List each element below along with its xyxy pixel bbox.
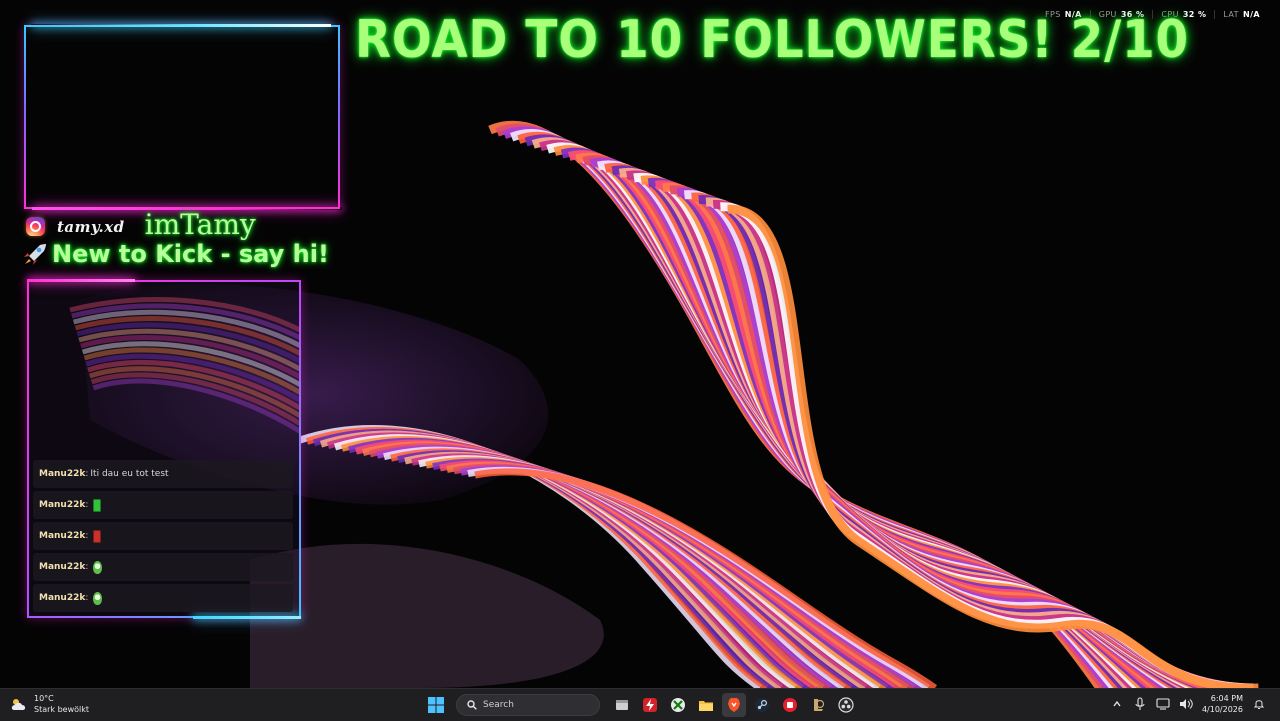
system-tray: 6:04 PM 4/10/2026 — [1110, 693, 1266, 715]
notifications-button[interactable] — [1252, 697, 1266, 711]
emote-red-icon — [93, 529, 102, 543]
chat-message: Manu22k: Iti dau eu tot test — [33, 460, 293, 488]
brave-icon — [728, 698, 740, 712]
chat-message-list: Manu22k: Iti dau eu tot test Manu22k: Manu2… — [33, 460, 293, 612]
taskbar-center: Search — [424, 693, 858, 717]
file-explorer-icon — [616, 700, 628, 710]
chat-text: Iti dau eu tot test — [90, 469, 169, 479]
cam-frame-top-glow — [31, 24, 331, 27]
start-button[interactable] — [424, 693, 448, 717]
chat-message: Manu22k: — [33, 584, 293, 612]
taskbar-app-xbox[interactable] — [666, 693, 690, 717]
instagram-icon — [26, 217, 45, 236]
stat-value: N/A — [1242, 10, 1260, 19]
emote-bean-icon — [93, 560, 103, 574]
taskbar-search[interactable]: Search — [456, 694, 600, 716]
taskbar-clock[interactable]: 6:04 PM 4/10/2026 — [1202, 693, 1243, 715]
obs-icon — [838, 697, 854, 713]
chat-frame-top-glow — [27, 279, 135, 282]
instagram-handle: tamy.xd — [57, 217, 125, 236]
social-row: tamy.xd imTamy — [26, 208, 256, 241]
windows-icon — [428, 697, 444, 713]
emote-green-icon — [93, 498, 102, 512]
tagline: New to Kick - say hi! — [52, 240, 329, 268]
chevron-up-icon — [1113, 700, 1121, 707]
chat-separator: : — [85, 500, 89, 510]
show-hidden-icons-button[interactable] — [1110, 697, 1124, 711]
clock-date: 4/10/2026 — [1201, 705, 1243, 714]
taskbar: 10°C Stark bewölkt Search 6:04 PM 4/10/2… — [0, 688, 1280, 721]
chat-username: Manu22k — [39, 500, 86, 510]
league-icon — [814, 699, 825, 711]
emote-bean-icon — [93, 591, 103, 605]
red-app-icon — [783, 698, 797, 712]
xbox-icon — [671, 698, 685, 712]
microphone-button[interactable] — [1133, 697, 1147, 711]
network-button[interactable] — [1156, 697, 1170, 711]
clock-time: 6:04 PM — [1210, 694, 1243, 703]
search-label: Search — [483, 700, 514, 710]
weather-widget[interactable]: 10°C Stark bewölkt — [10, 693, 89, 715]
weather-description: Stark bewölkt — [34, 705, 90, 714]
taskbar-app-league[interactable] — [806, 693, 830, 717]
network-icon — [1156, 698, 1170, 710]
chat-overlay: Manu22k: Iti dau eu tot test Manu22k: Manu2… — [27, 279, 301, 619]
tagline-row: New to Kick - say hi! — [20, 240, 329, 268]
chat-username: Manu22k — [39, 562, 86, 572]
taskbar-app-red[interactable] — [778, 693, 802, 717]
taskbar-app-folder[interactable] — [694, 693, 718, 717]
microphone-icon — [1135, 697, 1145, 710]
streamer-name: imTamy — [144, 208, 256, 241]
folder-icon — [699, 701, 713, 711]
bell-icon — [1253, 700, 1265, 709]
chat-username: Manu22k — [39, 469, 86, 479]
volume-button[interactable] — [1179, 697, 1193, 711]
taskbar-app-steam[interactable] — [750, 693, 774, 717]
chat-separator: : — [85, 469, 89, 479]
flash-app-icon — [643, 698, 657, 712]
chat-separator: : — [85, 531, 89, 541]
cloudy-weather-icon — [11, 699, 26, 710]
taskbar-app-obs[interactable] — [834, 693, 858, 717]
search-icon — [467, 700, 477, 710]
stat-label: LAT — [1223, 10, 1239, 19]
stat-lat: LAT N/A — [1214, 10, 1260, 19]
taskbar-app-brave[interactable] — [722, 693, 746, 717]
weather-temperature: 10°C — [34, 694, 54, 703]
chat-username: Manu22k — [39, 531, 86, 541]
chat-separator: : — [85, 593, 89, 603]
steam-icon — [755, 698, 769, 712]
rocket-icon — [24, 244, 46, 265]
follower-goal-headline: ROAD TO 10 FOLLOWERS! 2/10 — [355, 10, 1190, 70]
chat-frame-bottom-glow — [193, 616, 301, 619]
task-view-button[interactable] — [610, 693, 634, 717]
chat-message: Manu22k: — [33, 522, 293, 550]
chat-separator: : — [85, 562, 89, 572]
chat-username: Manu22k — [39, 593, 86, 603]
taskbar-app-flash[interactable] — [638, 693, 662, 717]
chat-message: Manu22k: — [33, 553, 293, 581]
chat-message: Manu22k: — [33, 491, 293, 519]
webcam-frame — [24, 24, 342, 210]
speaker-icon — [1179, 699, 1193, 709]
